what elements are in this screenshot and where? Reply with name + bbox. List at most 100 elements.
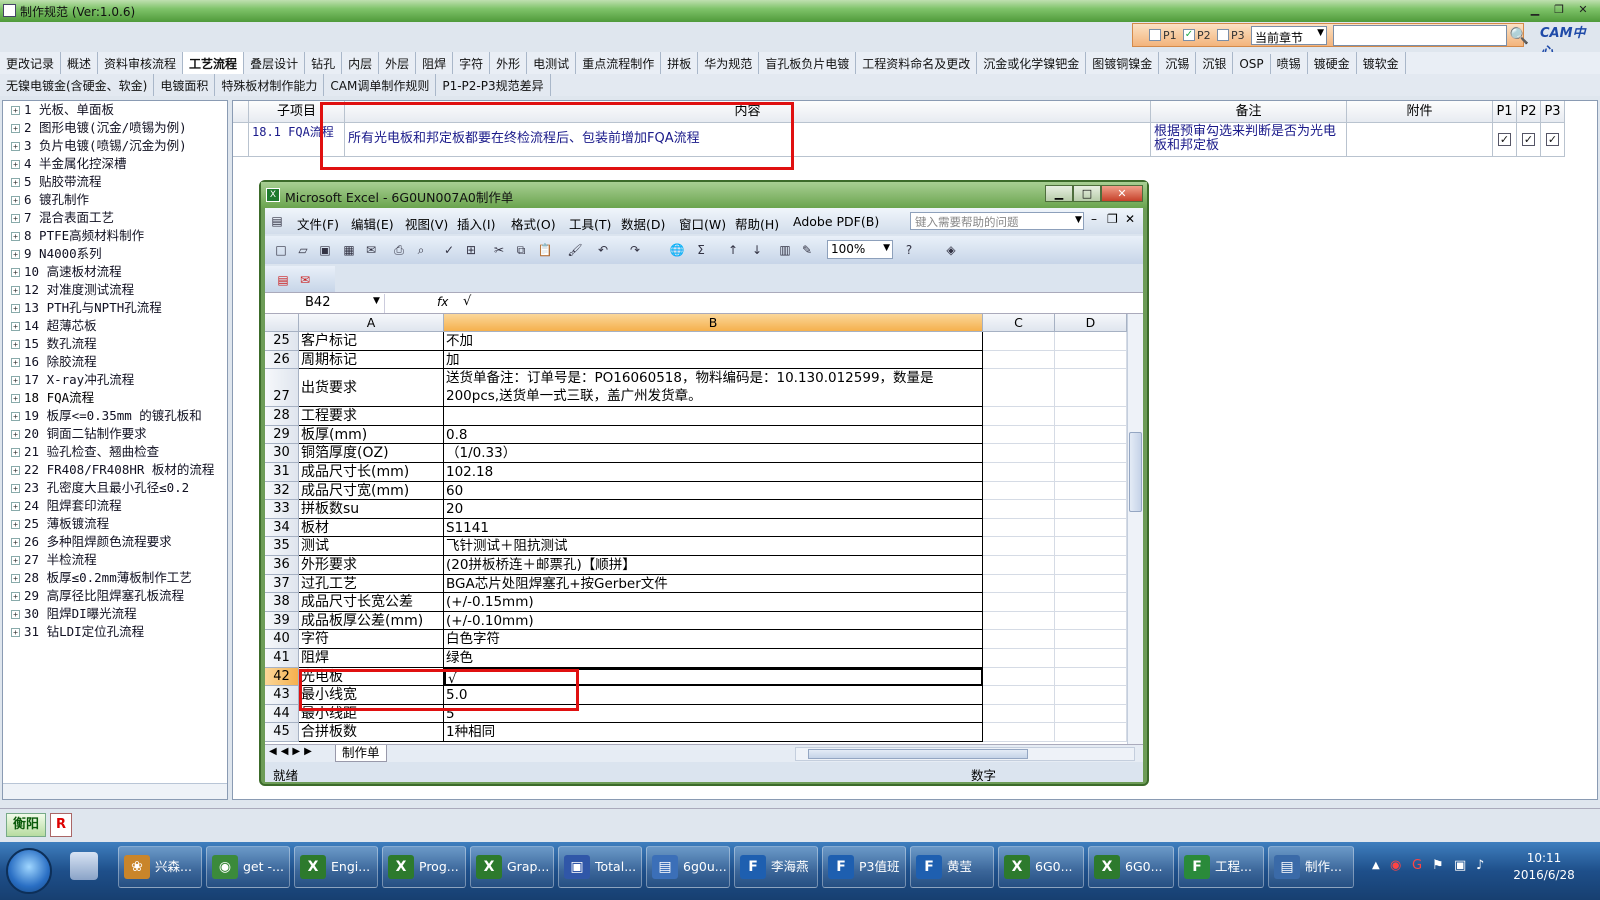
- tab-21[interactable]: 沉银: [1196, 52, 1234, 74]
- expand-icon[interactable]: +: [11, 322, 20, 331]
- row-header[interactable]: 35: [265, 537, 299, 556]
- row-header[interactable]: 43: [265, 686, 299, 705]
- start-button[interactable]: [6, 848, 52, 894]
- row-header[interactable]: 45: [265, 723, 299, 742]
- cell-c[interactable]: [983, 649, 1055, 668]
- paste-icon[interactable]: 📋: [537, 242, 553, 258]
- network-icon[interactable]: ▣: [1454, 858, 1466, 873]
- cell-c[interactable]: [983, 611, 1055, 631]
- row-selector[interactable]: [233, 123, 249, 157]
- cell-d[interactable]: [1055, 704, 1127, 724]
- tree-item[interactable]: +14 超薄芯板: [3, 317, 227, 335]
- tree-item[interactable]: +28 板厚≤0.2mm薄板制作工艺: [3, 569, 227, 587]
- doc-close-icon[interactable]: ✕: [1125, 212, 1135, 226]
- horizontal-scrollbar[interactable]: [795, 747, 1135, 761]
- tree-item[interactable]: +30 阻焊DI曝光流程: [3, 605, 227, 623]
- drawing-icon[interactable]: ✎: [799, 242, 815, 258]
- taskbar-item[interactable]: X Grap...: [470, 846, 554, 888]
- cell-d[interactable]: [1055, 556, 1127, 575]
- sheet-nav-icon[interactable]: ◀◀▶▶: [269, 746, 316, 757]
- tree-item[interactable]: +20 铜面二钻制作要求: [3, 425, 227, 443]
- cell-a[interactable]: 出货要求: [299, 369, 444, 408]
- undo-icon[interactable]: ↶: [595, 242, 611, 258]
- chart-wizard-icon[interactable]: ▥: [777, 242, 793, 258]
- cell-b[interactable]: 20: [444, 500, 983, 519]
- tab-3[interactable]: 资料审核流程: [98, 52, 184, 74]
- menu-item[interactable]: 窗口(W): [679, 214, 726, 233]
- redo-icon[interactable]: ↷: [627, 242, 643, 258]
- pdf-icon[interactable]: ▤: [275, 272, 291, 288]
- p2-row-checkbox[interactable]: ✓: [1522, 133, 1535, 146]
- expand-icon[interactable]: +: [11, 214, 20, 223]
- cell-a[interactable]: 外形要求: [299, 556, 444, 575]
- tab-2[interactable]: 概述: [61, 52, 99, 74]
- expand-icon[interactable]: +: [11, 610, 20, 619]
- autosum-icon[interactable]: Σ: [693, 242, 709, 258]
- menu-item[interactable]: 工具(T): [569, 214, 611, 233]
- cell-d[interactable]: [1055, 518, 1127, 538]
- fx-icon[interactable]: fx: [437, 295, 448, 309]
- cell-d[interactable]: [1055, 593, 1127, 612]
- maximize-button[interactable]: ❐: [1548, 2, 1570, 18]
- row-header[interactable]: 42: [265, 667, 299, 687]
- tab-1[interactable]: 更改记录: [0, 52, 62, 74]
- tree-item[interactable]: +5 贴胶带流程: [3, 173, 227, 191]
- p2-checkbox[interactable]: ✓: [1183, 29, 1195, 41]
- p3-row-checkbox[interactable]: ✓: [1546, 133, 1559, 146]
- print-preview-icon[interactable]: ⌕: [413, 242, 429, 258]
- col-header-p1[interactable]: P1: [1493, 101, 1517, 123]
- cell-d[interactable]: [1055, 481, 1127, 501]
- tree-item[interactable]: +2 图形电镀(沉金/喷锡为例): [3, 119, 227, 137]
- tree-item[interactable]: +9 N4000系列: [3, 245, 227, 263]
- row-header[interactable]: 30: [265, 444, 299, 463]
- cell-c[interactable]: [983, 556, 1055, 575]
- row-header[interactable]: 27: [265, 369, 299, 408]
- cell-b[interactable]: (20拼板桥连＋邮票孔)【顺拼】: [444, 556, 983, 575]
- expand-icon[interactable]: +: [11, 340, 20, 349]
- tab-18[interactable]: 沉金或化学镍钯金: [977, 52, 1087, 74]
- tree-item[interactable]: +18 FQA流程: [3, 389, 227, 407]
- close-button[interactable]: ✕: [1572, 2, 1594, 18]
- expand-icon[interactable]: +: [11, 466, 20, 475]
- cell-c[interactable]: [983, 463, 1055, 482]
- expand-icon[interactable]: +: [11, 304, 20, 313]
- tab2-5[interactable]: P1-P2-P3规范差异: [436, 74, 551, 96]
- cell-c[interactable]: [983, 537, 1055, 556]
- tab2-2[interactable]: 电镀面积: [154, 74, 216, 96]
- cell-a[interactable]: 铜箔厚度(OZ): [299, 444, 444, 463]
- cell-a[interactable]: 测试: [299, 537, 444, 556]
- hengyang-button[interactable]: 衡阳: [6, 813, 46, 837]
- tab-16[interactable]: 盲孔板负片电镀: [759, 52, 857, 74]
- tab-17[interactable]: 工程资料命名及更改: [856, 52, 978, 74]
- cell-c[interactable]: [983, 369, 1055, 408]
- clock[interactable]: 10:11 2016/6/28: [1508, 850, 1580, 884]
- tree-item[interactable]: +24 阻焊套印流程: [3, 497, 227, 515]
- expand-icon[interactable]: +: [11, 592, 20, 601]
- row-header[interactable]: 25: [265, 332, 299, 351]
- tray-expand-icon[interactable]: ▲: [1372, 860, 1380, 871]
- cell-a[interactable]: 周期标记: [299, 350, 444, 370]
- cell-a[interactable]: 成品尺寸长宽公差: [299, 593, 444, 612]
- cell-a[interactable]: 成品尺寸宽(mm): [299, 481, 444, 501]
- expand-icon[interactable]: +: [11, 268, 20, 277]
- cell-c[interactable]: [983, 407, 1055, 426]
- cell-c[interactable]: [983, 630, 1055, 649]
- tree-item[interactable]: +8 PTFE高频材料制作: [3, 227, 227, 245]
- tab-24[interactable]: 镀硬金: [1308, 52, 1357, 74]
- taskbar-item[interactable]: F 李海燕: [734, 846, 818, 888]
- doc-minimize-icon[interactable]: –: [1091, 212, 1097, 226]
- row-header[interactable]: 40: [265, 630, 299, 649]
- tab-10[interactable]: 字符: [453, 52, 491, 74]
- cell-d[interactable]: [1055, 686, 1127, 705]
- cell-b[interactable]: BGA芯片处阻焊塞孔+按Gerber文件: [444, 574, 983, 594]
- tray-app-icon[interactable]: ◉: [1390, 858, 1401, 873]
- formula-input[interactable]: √: [463, 294, 471, 309]
- expand-icon[interactable]: +: [11, 358, 20, 367]
- tree-item[interactable]: +27 半检流程: [3, 551, 227, 569]
- cell-d[interactable]: [1055, 369, 1127, 408]
- row-header[interactable]: 39: [265, 611, 299, 631]
- cell-d[interactable]: [1055, 463, 1127, 482]
- col-header-p3[interactable]: P3: [1541, 101, 1565, 123]
- row-header[interactable]: 44: [265, 704, 299, 724]
- expand-icon[interactable]: +: [11, 106, 20, 115]
